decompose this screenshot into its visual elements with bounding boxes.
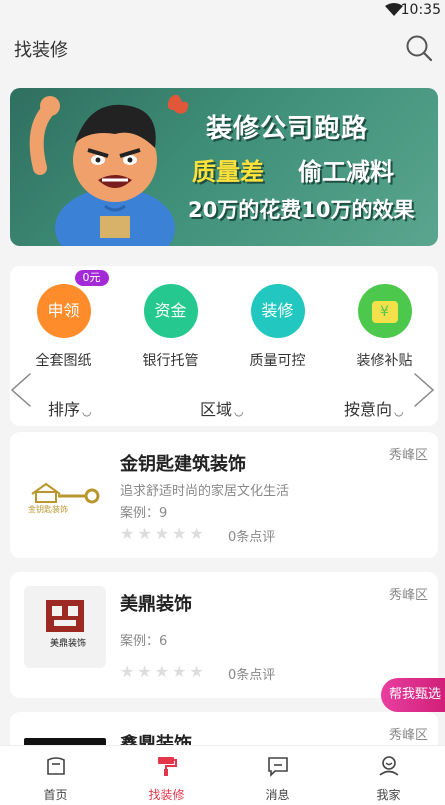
sort-order-label: 排序 [48,400,81,419]
company-cases: 案例：6 [120,634,168,649]
company-name: 美鼎装饰 [120,594,192,615]
promo-banner[interactable]: 装修公司跑路 质量差 偷工减料 20万的花费10万的效果 [10,88,438,246]
logo-text: 美鼎装饰 [50,637,86,649]
tab-label: 消息 [265,788,290,802]
menu-item-quality[interactable]: 装修 质量可控 [224,284,331,370]
angry-worker-illustration [29,94,189,246]
sort-order-dropdown[interactable]: 排序 ◡ [48,396,92,420]
user-icon [379,756,398,776]
company-name: 金钥匙建筑装饰 [120,454,246,475]
message-icon [267,757,288,777]
page-title: 找装修 [14,40,68,61]
tab-messages[interactable]: 消息 [222,754,333,803]
key-logo-icon: 金钥匙装饰 [28,482,100,514]
tab-my-home[interactable]: 我家 [333,754,444,803]
tab-label: 找装修 [148,788,185,802]
banner-subline-left: 质量差 [192,158,264,186]
apply-icon-text: 申领 [47,301,80,320]
tab-find-renovation[interactable]: 找装修 [111,754,222,803]
app-header: 找装修 [0,22,445,72]
status-bar: 10:35 [0,0,445,22]
tab-label: 我家 [376,788,401,802]
menu-item-label: 全套图纸 [35,353,92,369]
company-slogan: 追求舒适时尚的家居文化生活 [120,484,290,499]
company-card[interactable]: 金钥匙装饰 金钥匙建筑装饰 秀峰区 追求舒适时尚的家居文化生活 案例：9 ★★★… [10,432,438,558]
subsidy-icon-text: ¥ [371,300,398,323]
banner-headline: 装修公司跑路 [206,114,369,144]
renovation-icon: 装修 [250,284,305,338]
menu-item-label: 装修补贴 [356,353,413,369]
company-cases: 案例：9 [120,506,168,521]
tab-label: 首页 [43,788,68,802]
menu-item-drawings[interactable]: 申领 0元 全套图纸 [10,270,117,370]
bottom-tab-bar: 首页 找装修 消息 我家 [0,745,445,805]
search-icon[interactable] [405,34,433,62]
renovation-icon-text: 装修 [261,301,294,320]
sort-area-dropdown[interactable]: 区域 ◡ [200,396,244,420]
sort-intent-label: 按意向 [344,400,393,419]
paint-roller-icon [157,757,177,776]
banner-footer-line: 20万的花费10万的效果 [188,198,415,222]
chevron-down-icon: ◡ [394,405,404,418]
menu-item-subsidy[interactable]: ¥ 装修补贴 [331,284,438,370]
subsidy-icon: ¥ [357,284,412,338]
company-reviews: 0条点评 [228,530,276,545]
sort-area-label: 区域 [200,400,233,419]
funds-icon: 资金 [143,284,198,338]
banner-subline-right: 偷工减料 [298,158,394,186]
company-logo: 金钥匙装饰 [24,446,106,528]
clock: 10:35 [400,2,441,18]
menu-item-label: 银行托管 [142,353,199,369]
rating-stars: ★★★★★ [120,662,207,681]
help-me-choose-button[interactable]: 帮我甄选 [381,678,445,712]
company-reviews: 0条点评 [228,668,276,683]
tripod-logo-icon: 美鼎装饰 [46,600,86,649]
company-region: 秀峰区 [388,448,428,463]
company-region: 秀峰区 [388,728,428,743]
company-region: 秀峰区 [388,588,428,603]
chevron-down-icon: ◡ [234,405,244,418]
sort-bar: 排序 ◡ 区域 ◡ 按意向 ◡ [0,392,445,420]
sort-intent-dropdown[interactable]: 按意向 ◡ [344,396,404,420]
company-logo: 美鼎装饰 [24,586,106,668]
menu-item-label: 质量可控 [249,353,306,369]
logo-text: 金钥匙装饰 [28,504,68,514]
home-icon [46,757,65,775]
rating-stars: ★★★★★ [120,524,207,543]
apply-icon: 申领 0元 [36,270,109,338]
company-card[interactable]: 美鼎装饰 美鼎装饰 秀峰区 案例：6 ★★★★★ 0条点评 [10,572,438,698]
funds-icon-text: 资金 [154,301,187,320]
menu-item-escrow[interactable]: 资金 银行托管 [117,284,224,370]
tab-home[interactable]: 首页 [0,754,111,803]
chevron-down-icon: ◡ [82,405,92,418]
free-badge: 0元 [74,270,109,286]
